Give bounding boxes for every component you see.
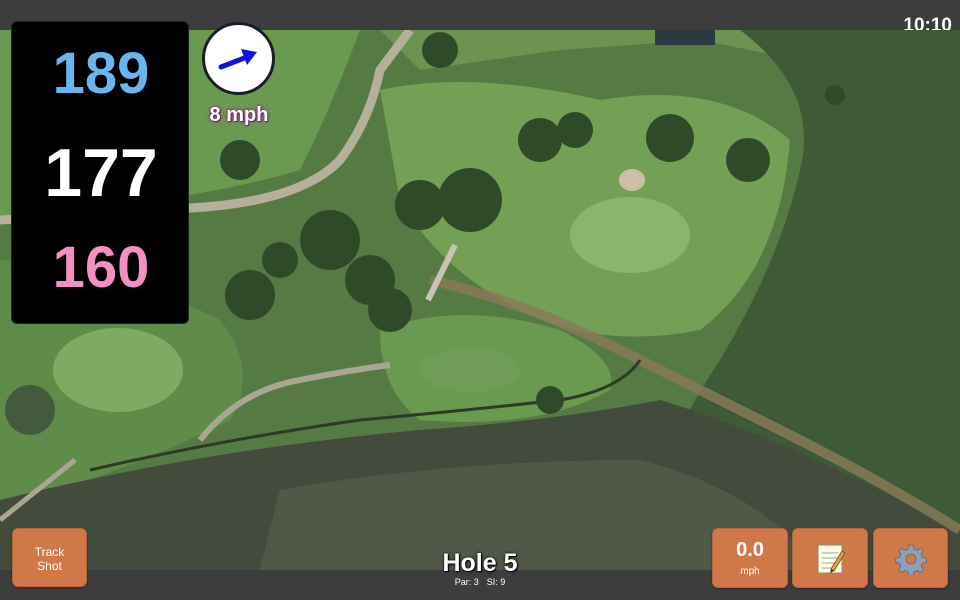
wind-indicator[interactable] [202,22,275,95]
hole-info: Par: 3 SI: 9 [400,577,560,587]
speed-value: 0.0 [736,539,764,561]
track-shot-button[interactable]: Track Shot [12,528,87,587]
settings-button[interactable] [873,528,948,588]
track-shot-label-line2: Shot [37,559,62,573]
notepad-icon [817,544,845,574]
wind-direction-arrow-icon [218,49,257,70]
gear-icon [895,544,927,575]
middle-distance: 177 [44,135,158,211]
wind-speed-label: 8 mph [209,104,269,126]
speed-button[interactable]: 0.0 mph [712,528,788,588]
speed-unit: mph [740,566,760,577]
notes-button[interactable] [792,528,868,588]
front-distance: 160 [52,235,150,300]
back-distance: 189 [52,41,150,106]
hole-title: Hole 5 [442,549,518,577]
hole-par: Par: 3 [454,577,479,587]
distance-panel: 189 177 160 [11,21,189,324]
track-shot-label-line1: Track [34,545,65,559]
hole-stroke-index: SI: 9 [486,577,506,587]
